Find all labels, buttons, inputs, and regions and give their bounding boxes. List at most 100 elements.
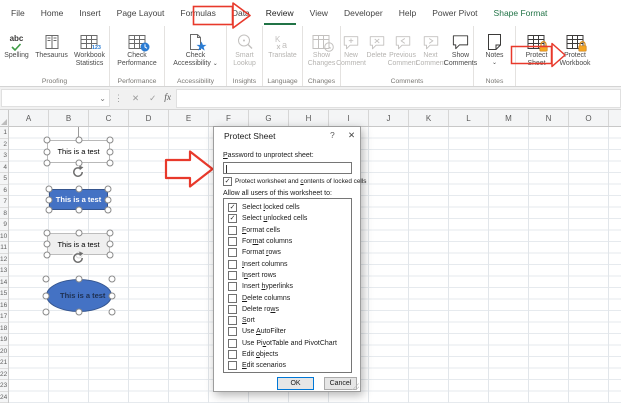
formula-input[interactable]: [176, 89, 621, 108]
protect-option-delete-columns[interactable]: Delete columns: [224, 292, 351, 303]
selection-handle[interactable]: [46, 207, 53, 214]
selection-handle[interactable]: [109, 309, 116, 316]
spelling-button[interactable]: abc Spelling: [0, 29, 34, 60]
checkbox[interactable]: [228, 361, 237, 370]
selection-handle[interactable]: [75, 230, 82, 237]
row-header-9[interactable]: 9: [0, 219, 8, 231]
thesaurus-button[interactable]: Thesaurus: [34, 29, 70, 60]
protect-option-use-autofilter[interactable]: Use AutoFilter: [224, 326, 351, 337]
rotate-handle-icon[interactable]: [71, 251, 85, 270]
column-header-f[interactable]: F: [209, 110, 249, 126]
row-header-2[interactable]: 2: [0, 139, 8, 151]
check-accessibility-button[interactable]: Check Accessibility ⌄: [167, 29, 225, 67]
row-header-3[interactable]: 3: [0, 150, 8, 162]
row-header-23[interactable]: 23: [0, 380, 8, 392]
check-performance-button[interactable]: Check Performance: [112, 29, 162, 67]
row-header-20[interactable]: 20: [0, 346, 8, 358]
dialog-help-button[interactable]: ?: [330, 130, 335, 140]
menu-tab-file[interactable]: File: [3, 0, 33, 26]
selection-handle[interactable]: [109, 292, 116, 299]
protect-option-format-rows[interactable]: Format rows: [224, 247, 351, 258]
selection-handle[interactable]: [75, 137, 82, 144]
menu-tab-power-pivot[interactable]: Power Pivot: [424, 0, 485, 26]
allow-options-list[interactable]: ✓Select locked cells✓Select unlocked cel…: [223, 198, 352, 373]
selection-handle[interactable]: [107, 230, 114, 237]
checkbox[interactable]: [228, 350, 237, 359]
row-header-22[interactable]: 22: [0, 369, 8, 381]
selection-handle[interactable]: [46, 196, 53, 203]
protect-option-insert-hyperlinks[interactable]: Insert hyperlinks: [224, 281, 351, 292]
show-comments-button[interactable]: Show Comments: [444, 29, 477, 67]
selection-handle[interactable]: [107, 148, 114, 155]
checkbox[interactable]: [228, 260, 237, 269]
row-header-16[interactable]: 16: [0, 300, 8, 312]
selection-handle[interactable]: [75, 207, 82, 214]
protect-option-format-columns[interactable]: Format columns: [224, 236, 351, 247]
column-header-h[interactable]: H: [289, 110, 329, 126]
selection-handle[interactable]: [107, 241, 114, 248]
protect-option-edit-scenarios[interactable]: Edit scenarios: [224, 360, 351, 371]
chevron-down-icon[interactable]: ⌄: [99, 94, 109, 103]
selection-handle[interactable]: [44, 148, 51, 155]
selection-handle[interactable]: [44, 241, 51, 248]
column-header-m[interactable]: M: [489, 110, 529, 126]
column-header-b[interactable]: B: [49, 110, 89, 126]
protect-option-sort[interactable]: Sort: [224, 315, 351, 326]
next-comment-button[interactable]: Next Comment: [417, 29, 444, 67]
delete-comment-button[interactable]: Delete: [365, 29, 388, 60]
column-header-d[interactable]: D: [129, 110, 169, 126]
selection-handle[interactable]: [44, 137, 51, 144]
row-header-14[interactable]: 14: [0, 277, 8, 289]
row-header-4[interactable]: 4: [0, 162, 8, 174]
protect-option-select-locked-cells[interactable]: ✓Select locked cells: [224, 202, 351, 213]
menu-tab-help[interactable]: Help: [391, 0, 424, 26]
selection-handle[interactable]: [107, 160, 114, 167]
workbook-statistics-button[interactable]: 123 Workbook Statistics: [70, 29, 110, 67]
column-header-k[interactable]: K: [409, 110, 449, 126]
menu-tab-developer[interactable]: Developer: [336, 0, 391, 26]
selection-handle[interactable]: [44, 230, 51, 237]
protect-option-select-unlocked-cells[interactable]: ✓Select unlocked cells: [224, 213, 351, 224]
row-header-13[interactable]: 13: [0, 265, 8, 277]
protect-option-format-cells[interactable]: Format cells: [224, 225, 351, 236]
row-header-5[interactable]: 5: [0, 173, 8, 185]
password-input[interactable]: [223, 162, 352, 174]
row-header-21[interactable]: 21: [0, 357, 8, 369]
column-header-j[interactable]: J: [369, 110, 409, 126]
row-header-17[interactable]: 17: [0, 311, 8, 323]
cancel-icon[interactable]: ✕: [127, 93, 144, 104]
row-header-12[interactable]: 12: [0, 254, 8, 266]
column-header-i[interactable]: I: [329, 110, 369, 126]
checkbox[interactable]: [228, 226, 237, 235]
checkbox[interactable]: [228, 339, 237, 348]
menu-tab-view[interactable]: View: [302, 0, 336, 26]
protect-option-delete-rows[interactable]: Delete rows: [224, 304, 351, 315]
protect-option-use-pivottable-and-pivotchart[interactable]: Use PivotTable and PivotChart: [224, 338, 351, 349]
selection-handle[interactable]: [76, 276, 83, 283]
checkbox[interactable]: [228, 248, 237, 257]
row-header-18[interactable]: 18: [0, 323, 8, 335]
select-all-corner[interactable]: [0, 110, 9, 127]
column-header-n[interactable]: N: [529, 110, 569, 126]
selection-handle[interactable]: [109, 276, 116, 283]
checkbox[interactable]: [228, 305, 237, 314]
resize-grip[interactable]: [352, 383, 359, 390]
translate-button[interactable]: Ka Translate: [264, 29, 302, 60]
notes-button[interactable]: Notes ⌄: [477, 29, 513, 65]
selection-handle[interactable]: [46, 186, 53, 193]
selection-handle[interactable]: [105, 186, 112, 193]
menu-tab-page-layout[interactable]: Page Layout: [109, 0, 173, 26]
column-header-g[interactable]: G: [249, 110, 289, 126]
smart-lookup-button[interactable]: Smart Lookup: [228, 29, 262, 67]
row-header-6[interactable]: 6: [0, 185, 8, 197]
checkbox[interactable]: [228, 237, 237, 246]
insert-function-icon[interactable]: fx: [161, 93, 176, 103]
row-header-11[interactable]: 11: [0, 242, 8, 254]
protect-option-edit-objects[interactable]: Edit objects: [224, 349, 351, 360]
checkbox[interactable]: ✓: [228, 214, 237, 223]
column-header-e[interactable]: E: [169, 110, 209, 126]
column-header-l[interactable]: L: [449, 110, 489, 126]
selection-handle[interactable]: [76, 309, 83, 316]
protect-contents-checkbox[interactable]: ✓: [223, 177, 232, 186]
menu-tab-review[interactable]: Review: [258, 0, 302, 26]
